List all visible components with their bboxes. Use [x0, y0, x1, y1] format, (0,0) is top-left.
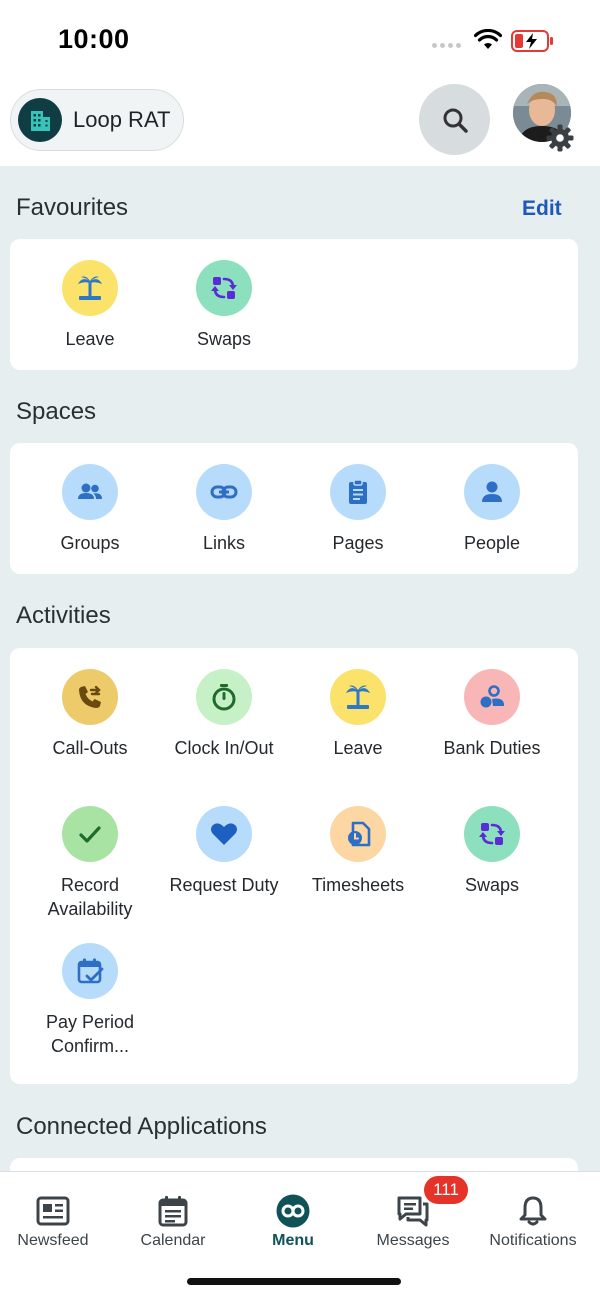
workspace-name: Loop RAT: [73, 107, 171, 132]
tile-label: People: [463, 533, 521, 553]
activity-bank-duties[interactable]: Bank Duties: [425, 669, 559, 760]
activity-request-duty[interactable]: Request Duty: [157, 806, 291, 897]
cellular-signal-icon: [432, 43, 461, 48]
nav-newsfeed[interactable]: Newsfeed: [0, 1172, 113, 1250]
app-header: Loop RAT: [0, 80, 600, 166]
pages-icon: [330, 464, 386, 520]
status-time: 10:00: [58, 24, 130, 54]
bell-icon: [518, 1194, 548, 1228]
activity-swaps[interactable]: Swaps: [425, 806, 559, 897]
palm-tree-icon: [62, 260, 118, 316]
swap-icon: [464, 806, 520, 862]
link-icon: [196, 464, 252, 520]
calendar-icon: [158, 1194, 188, 1228]
nav-label: Notifications: [489, 1232, 577, 1249]
search-button[interactable]: [419, 84, 490, 155]
tile-label: Record Availability: [47, 875, 133, 919]
activity-pay-period-confirm[interactable]: Pay Period Confirm...: [23, 943, 157, 1058]
favourites-title: Favourites: [16, 194, 129, 221]
tile-label: Call-Outs: [52, 738, 128, 758]
bank-duties-icon: [464, 669, 520, 725]
tile-label: Request Duty: [169, 875, 279, 895]
wifi-icon: [474, 29, 502, 49]
palm-tree-icon: [330, 669, 386, 725]
newsfeed-icon: [36, 1194, 70, 1228]
tile-label: Leave: [333, 738, 383, 758]
activities-title: Activities: [16, 602, 111, 629]
tile-label: Links: [202, 533, 246, 553]
edit-favourites-link[interactable]: Edit: [522, 197, 562, 221]
connected-applications-card: [10, 1158, 578, 1171]
tile-label: Clock In/Out: [174, 738, 274, 758]
stopwatch-icon: [196, 669, 252, 725]
space-people[interactable]: People: [425, 464, 559, 555]
tile-label: Pages: [332, 533, 384, 553]
groups-icon: [62, 464, 118, 520]
activity-record-availability[interactable]: Record Availability: [23, 806, 157, 921]
gear-icon[interactable]: [544, 122, 576, 154]
tile-label: Bank Duties: [443, 738, 541, 758]
spaces-title: Spaces: [16, 398, 97, 425]
checkmark-icon: [62, 806, 118, 862]
heart-icon: [196, 806, 252, 862]
nav-calendar[interactable]: Calendar: [113, 1172, 233, 1250]
person-icon: [464, 464, 520, 520]
activity-timesheets[interactable]: Timesheets: [291, 806, 425, 897]
tile-label: Groups: [60, 533, 120, 553]
building-icon: [18, 98, 62, 142]
menu-loop-icon: [276, 1194, 310, 1228]
nav-label: Messages: [376, 1232, 450, 1249]
tile-label: Timesheets: [311, 875, 405, 895]
connected-applications-title: Connected Applications: [16, 1113, 267, 1140]
tile-label: Swaps: [196, 329, 252, 349]
favourite-leave[interactable]: Leave: [23, 260, 157, 351]
tile-label: Swaps: [464, 875, 520, 895]
timesheet-icon: [330, 806, 386, 862]
menu-content[interactable]: Favourites Edit Leave Swaps Spaces Group…: [0, 166, 600, 1171]
swap-icon: [196, 260, 252, 316]
nav-label: Menu: [272, 1232, 314, 1249]
status-bar: 10:00: [0, 0, 600, 80]
space-pages[interactable]: Pages: [291, 464, 425, 555]
space-groups[interactable]: Groups: [23, 464, 157, 555]
favourite-swaps[interactable]: Swaps: [157, 260, 291, 351]
activities-card: Call-Outs Clock In/Out Leave Bank Duties…: [10, 648, 578, 1084]
spaces-card: Groups Links Pages People: [10, 443, 578, 574]
space-links[interactable]: Links: [157, 464, 291, 555]
activity-call-outs[interactable]: Call-Outs: [23, 669, 157, 760]
activity-leave[interactable]: Leave: [291, 669, 425, 760]
favourites-card: Leave Swaps: [10, 239, 578, 370]
nav-menu[interactable]: Menu: [233, 1172, 353, 1250]
activity-clock-in-out[interactable]: Clock In/Out: [157, 669, 291, 760]
search-icon: [443, 108, 468, 133]
tile-label: Pay Period Confirm...: [45, 1012, 135, 1056]
battery-icon: [511, 30, 553, 52]
home-indicator[interactable]: [187, 1278, 401, 1285]
nav-label: Calendar: [140, 1232, 206, 1249]
nav-notifications[interactable]: Notifications: [473, 1172, 593, 1250]
messages-icon: [396, 1194, 430, 1228]
messages-unread-badge: 111: [424, 1176, 468, 1204]
workspace-switcher[interactable]: Loop RAT: [10, 89, 184, 151]
tile-label: Leave: [65, 329, 115, 349]
nav-label: Newsfeed: [17, 1232, 89, 1249]
calendar-check-icon: [62, 943, 118, 999]
phone-forward-icon: [62, 669, 118, 725]
